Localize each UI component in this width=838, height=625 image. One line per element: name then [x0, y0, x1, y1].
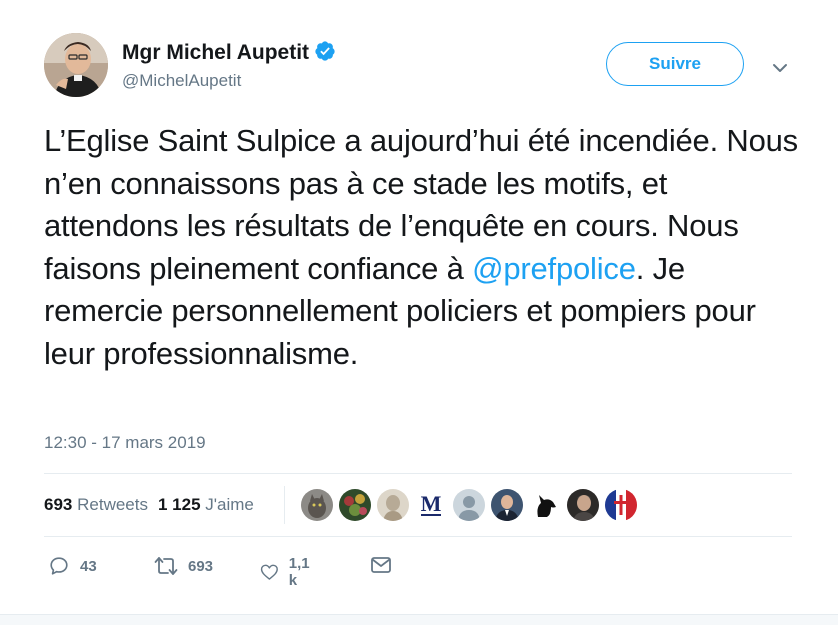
liker-avatar-flowers[interactable]	[338, 488, 372, 522]
heart-icon	[260, 564, 278, 580]
tweet-card: Mgr Michel Aupetit @MichelAupetit Suivre…	[0, 0, 838, 625]
reply-count: 43	[80, 557, 97, 575]
stats-separator	[284, 486, 285, 524]
liker-avatar-man-portrait[interactable]	[566, 488, 600, 522]
liker-letter-m: M	[421, 491, 442, 516]
direct-message-button[interactable]	[370, 555, 392, 575]
divider	[44, 473, 792, 474]
liker-avatar-flag-cross[interactable]	[604, 488, 638, 522]
like-count: 1,1 k	[288, 555, 310, 589]
retweet-icon	[154, 557, 178, 575]
timestamp[interactable]: 12:30 - 17 mars 2019	[44, 433, 206, 453]
retweets-stat[interactable]: 693 Retweets	[44, 495, 148, 514]
bottom-border	[0, 614, 838, 625]
retweets-count: 693	[44, 495, 73, 514]
liker-avatar-letter-m[interactable]: M	[414, 488, 448, 522]
liker-avatar-man-suit[interactable]	[490, 488, 524, 522]
follow-button[interactable]: Suivre	[606, 42, 744, 86]
retweets-label: Retweets	[77, 495, 148, 514]
retweet-count: 693	[188, 557, 214, 575]
engagement-stats: 693 Retweets 1 125 J'aime	[44, 495, 254, 515]
reply-button[interactable]: 43	[48, 555, 97, 577]
verified-badge-icon	[315, 41, 335, 61]
likes-label: J'aime	[205, 495, 254, 514]
divider	[44, 536, 792, 537]
liker-avatar-cat[interactable]	[300, 488, 334, 522]
likes-stat[interactable]: 1 125 J'aime	[158, 495, 254, 514]
author-name[interactable]: Mgr Michel Aupetit	[122, 40, 336, 65]
likes-count: 1 125	[157, 495, 201, 514]
envelope-icon	[371, 557, 391, 573]
reply-icon	[50, 557, 68, 575]
author-name-text[interactable]: Mgr Michel Aupetit	[122, 41, 309, 64]
retweet-button[interactable]: 693	[154, 555, 213, 577]
tweet-text: L’Eglise Saint Sulpice a aujourd’hui été…	[44, 120, 804, 375]
liker-avatar-statue[interactable]	[376, 488, 410, 522]
chevron-down-icon[interactable]	[770, 58, 790, 78]
author-handle[interactable]: @MichelAupetit	[122, 71, 241, 91]
profile-photo-icon	[44, 33, 108, 97]
mention-link[interactable]: @prefpolice	[472, 251, 636, 286]
liker-avatar-black-dog[interactable]	[528, 488, 562, 522]
author-avatar[interactable]	[44, 33, 108, 97]
like-button[interactable]: 1,1 k	[260, 555, 315, 589]
liker-avatar-default-user[interactable]	[452, 488, 486, 522]
